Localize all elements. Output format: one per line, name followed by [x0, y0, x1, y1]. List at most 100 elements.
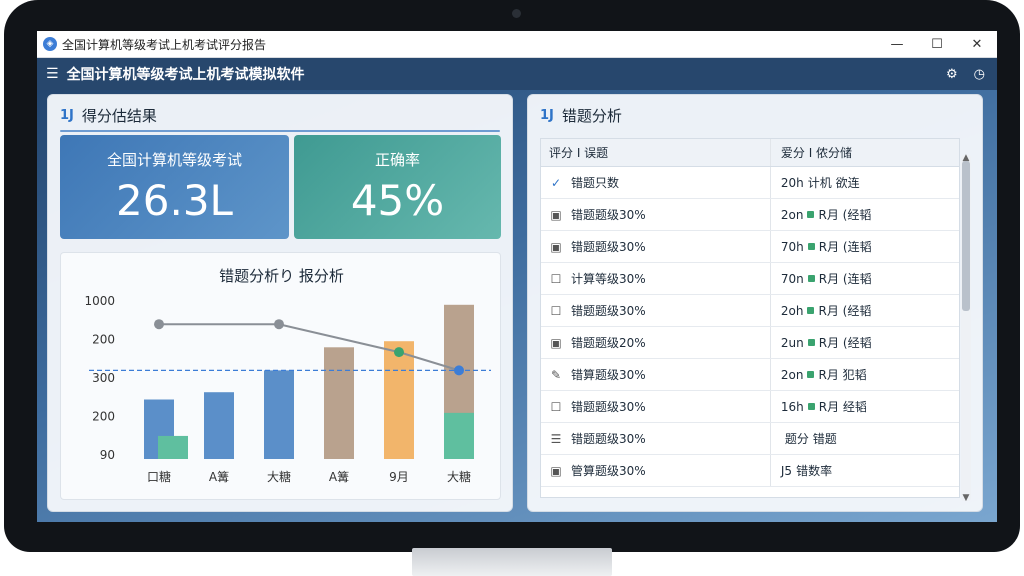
- row-item-cell: ▣ 管算题级30%: [541, 462, 770, 479]
- x-tick-label: 9月: [389, 470, 409, 484]
- doc-icon: ▣: [550, 335, 562, 350]
- row-status: 题分 错题: [784, 432, 837, 446]
- scrollbar-thumb[interactable]: [962, 161, 970, 311]
- bar: [444, 412, 474, 459]
- error-analysis-panel: 1J 错题分析 评分 I 误题 爱分 I 侬分储 ✓ 错题只数 20h 计机 欲连 ▣ 错…: [527, 94, 983, 512]
- doc-icon: ▣: [550, 463, 562, 478]
- screen: ◈ 全国计算机等级考试上机考试评分报告 — ☐ ✕ ☰ 全国计算机等级考试上机考…: [37, 31, 997, 522]
- score-card-label: 全国计算机等级考试: [106, 151, 242, 169]
- x-tick-label: 大糖: [447, 469, 471, 484]
- table-row[interactable]: ✓ 错题只数 20h 计机 欲连: [541, 167, 959, 199]
- column-header-item[interactable]: 评分 I 误题: [541, 144, 770, 161]
- y-tick-label: 90: [100, 448, 115, 462]
- x-tick-label: 口糖: [147, 469, 171, 484]
- accuracy-card-label: 正确率: [374, 151, 420, 169]
- status-dot: [807, 371, 815, 378]
- app-header: ☰ 全国计算机等级考试上机考试模拟软件 ⚙ ◷: [37, 58, 997, 90]
- table-row[interactable]: ☐ 计算等级30% 70n R月 (连韬: [541, 263, 959, 295]
- row-score-cell: 2oh R月 (经韬: [769, 295, 959, 326]
- status-dot: [807, 307, 815, 314]
- status-dot: [807, 211, 815, 218]
- table-row[interactable]: ▣ 管算题级30% J5 错数率: [541, 455, 959, 487]
- title-underline: [60, 130, 500, 132]
- list-icon: ☰: [550, 431, 562, 446]
- x-tick-label: A篝: [209, 469, 229, 484]
- status-dot: [807, 243, 815, 250]
- score-card: 全国计算机等级考试 26.3L: [60, 135, 289, 239]
- app-logo-icon: ◈: [43, 37, 57, 51]
- row-score-cell: 题分 错题: [769, 423, 959, 454]
- row-score-cell: 2on R月 (经韬: [769, 199, 959, 230]
- table-row[interactable]: ✎ 错算题级30% 2on R月 犯韬: [541, 359, 959, 391]
- row-time: 16h: [780, 399, 804, 414]
- bar: [264, 370, 294, 459]
- row-name: 错题只数: [571, 176, 620, 190]
- table-scrollbar[interactable]: ▲ ▼: [961, 153, 971, 503]
- row-name: 错题题级30%: [571, 304, 646, 318]
- panel-title: 得分估结果: [81, 107, 157, 125]
- check-icon: ✓: [550, 175, 562, 190]
- y-tick-label: 1000: [84, 294, 115, 308]
- row-score-cell: 2un R月 (经韬: [769, 327, 959, 358]
- maximize-button[interactable]: ☐: [917, 37, 957, 52]
- row-score-cell: 20h 计机 欲连: [769, 167, 959, 198]
- gear-icon[interactable]: ⚙: [946, 67, 958, 82]
- column-header-score[interactable]: 爱分 I 侬分储: [769, 139, 959, 166]
- row-time: 20h: [780, 175, 804, 190]
- row-name: 错题题级30%: [571, 432, 646, 446]
- row-item-cell: ☐ 错题题级30%: [541, 398, 770, 415]
- accuracy-card: 正确率 45%: [294, 135, 501, 239]
- row-score-cell: J5 错数率: [769, 455, 959, 486]
- chart-icon: 1J: [60, 108, 74, 123]
- clock-icon[interactable]: ◷: [974, 67, 985, 82]
- row-time: 2on: [780, 367, 804, 382]
- row-item-cell: ✎ 错算题级30%: [541, 366, 770, 383]
- line-point: [274, 319, 284, 330]
- doc-icon: ▣: [550, 239, 562, 254]
- row-score-cell: 70h R月 (连韬: [769, 231, 959, 262]
- row-item-cell: ☐ 错题题级30%: [541, 302, 770, 319]
- row-item-cell: ▣ 错题题级20%: [541, 334, 770, 351]
- webcam: [512, 9, 521, 18]
- row-status: R月 (连韬: [818, 240, 872, 254]
- monitor-stand: [412, 548, 612, 576]
- row-status: R月 (连韬: [818, 272, 872, 286]
- monitor-bezel: ◈ 全国计算机等级考试上机考试评分报告 — ☐ ✕ ☰ 全国计算机等级考试上机考…: [4, 0, 1020, 552]
- table-row[interactable]: ▣ 错题题级30% 2on R月 (经韬: [541, 199, 959, 231]
- row-time: 2un: [780, 335, 804, 350]
- row-status: 错数率: [796, 464, 833, 478]
- row-name: 错题题级30%: [571, 208, 646, 222]
- window-titlebar: ◈ 全国计算机等级考试上机考试评分报告 — ☐ ✕: [37, 31, 997, 58]
- table-row[interactable]: ▣ 错题题级20% 2un R月 (经韬: [541, 327, 959, 359]
- chart-icon: 1J: [540, 108, 554, 123]
- status-dot: [807, 403, 815, 410]
- table-row[interactable]: ▣ 错题题级30% 70h R月 (连韬: [541, 231, 959, 263]
- bar: [204, 392, 234, 459]
- line-point: [454, 365, 464, 376]
- score-card-value: 26.3L: [116, 176, 233, 225]
- row-score-cell: 16h R月 经韬: [769, 391, 959, 422]
- x-tick-label: 大糖: [267, 469, 291, 484]
- close-button[interactable]: ✕: [957, 37, 997, 52]
- y-tick-label: 200: [92, 410, 115, 424]
- window-title: 全国计算机等级考试上机考试评分报告: [62, 37, 267, 52]
- menu-icon[interactable]: ☰: [46, 66, 59, 82]
- row-time: J5: [780, 463, 793, 478]
- box-icon: ☐: [550, 399, 562, 414]
- chart-canvas: 1000 200 300 200 90 口糖 A篝 大糖 A篝 9月 大糖: [84, 294, 491, 484]
- table-row[interactable]: ☐ 错题题级30% 16h R月 经韬: [541, 391, 959, 423]
- row-item-cell: ☐ 计算等级30%: [541, 270, 770, 287]
- row-status: 计机 欲连: [807, 176, 860, 190]
- table-row[interactable]: ☰ 错题题级30% 题分 错题: [541, 423, 959, 455]
- row-name: 错题题级30%: [571, 400, 646, 414]
- line-point: [394, 347, 404, 358]
- row-item-cell: ▣ 错题题级30%: [541, 238, 770, 255]
- minimize-button[interactable]: —: [877, 37, 917, 52]
- table-row[interactable]: ☐ 错题题级30% 2oh R月 (经韬: [541, 295, 959, 327]
- edit-icon: ✎: [550, 367, 562, 382]
- scroll-down-icon[interactable]: ▼: [961, 493, 971, 503]
- status-dot: [807, 275, 815, 282]
- row-name: 错算题级30%: [571, 368, 646, 382]
- bar: [324, 347, 354, 459]
- row-status: R月 (经韬: [818, 336, 872, 350]
